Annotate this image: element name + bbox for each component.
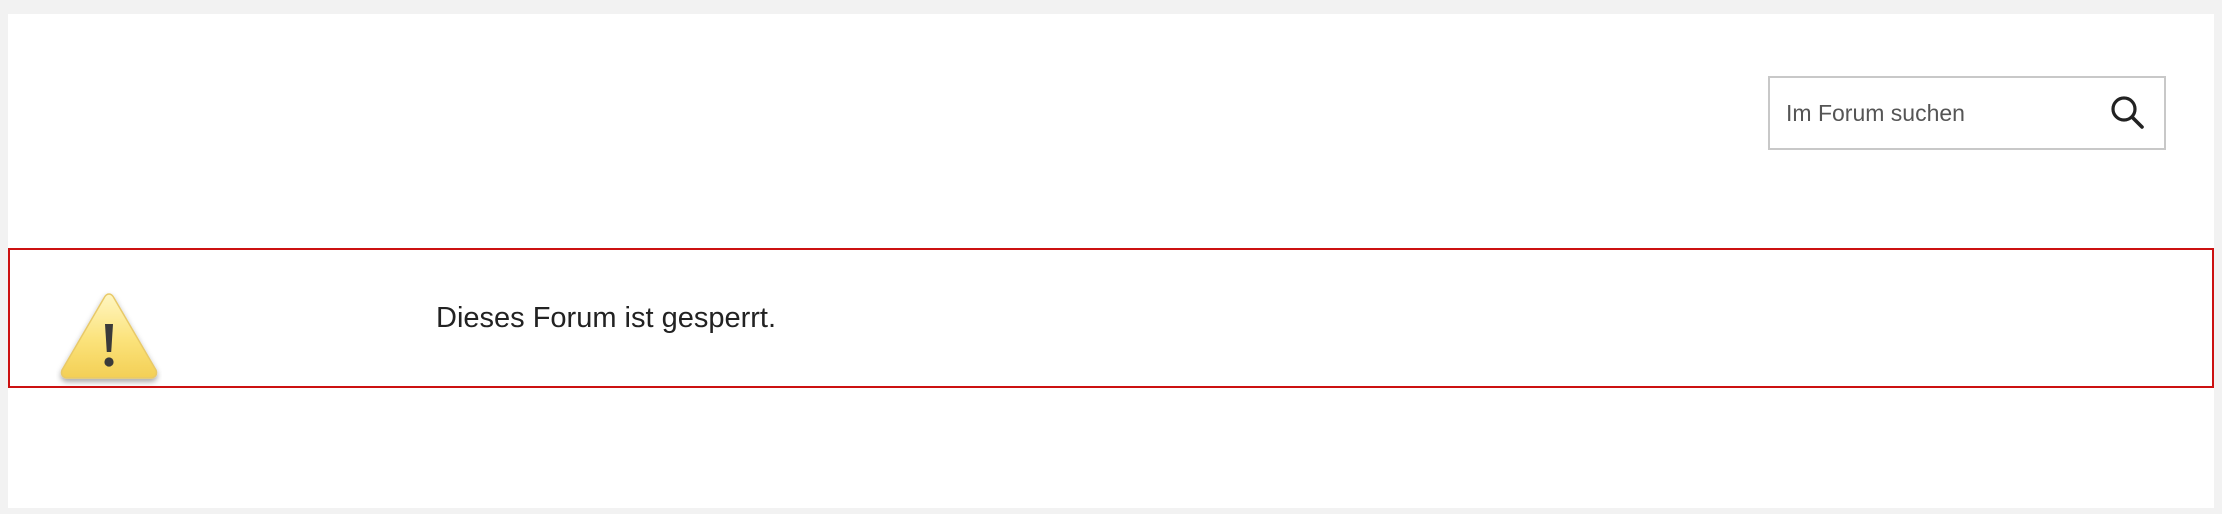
page-content: Dieses Forum ist gesperrt.	[8, 14, 2214, 508]
search-button[interactable]	[2092, 78, 2164, 148]
forum-search	[1768, 76, 2166, 150]
notice-message: Dieses Forum ist gesperrt.	[436, 302, 777, 334]
forum-locked-notice: Dieses Forum ist gesperrt.	[8, 248, 2214, 388]
search-icon	[2111, 96, 2144, 129]
warning-icon	[60, 293, 158, 379]
search-input[interactable]	[1770, 78, 2090, 148]
